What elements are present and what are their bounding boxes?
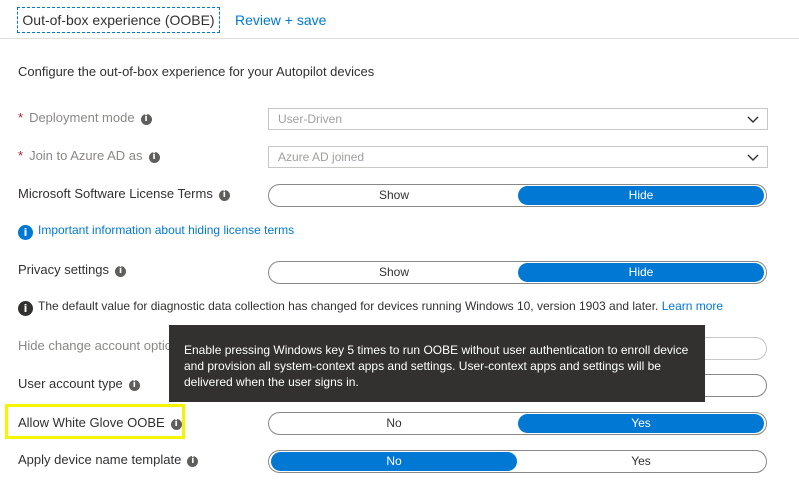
device-name-toggle[interactable]: No Yes xyxy=(268,450,767,473)
license-terms-label: Microsoft Software License Terms i xyxy=(18,186,230,201)
info-icon[interactable]: i xyxy=(128,380,140,391)
white-glove-tooltip: Enable pressing Windows key 5 times to r… xyxy=(169,325,705,402)
join-azure-select[interactable]: Azure AD joined xyxy=(268,146,768,168)
deployment-mode-label: * Deployment mode i xyxy=(18,110,152,125)
highlight-box xyxy=(5,404,185,439)
info-icon[interactable]: i xyxy=(148,152,160,163)
license-terms-toggle[interactable]: Show Hide xyxy=(268,184,767,207)
privacy-show-option[interactable]: Show xyxy=(271,263,517,282)
hide-change-account-label: Hide change account optio xyxy=(18,338,172,353)
device-name-yes-option[interactable]: Yes xyxy=(518,452,764,471)
device-name-no-option[interactable]: No xyxy=(271,452,517,471)
tab-review-save[interactable]: Review + save xyxy=(235,7,326,33)
privacy-note: i The default value for diagnostic data c… xyxy=(18,299,723,316)
required-marker: * xyxy=(18,148,24,163)
page-description: Configure the out-of-box experience for … xyxy=(18,64,375,79)
white-glove-no-option[interactable]: No xyxy=(271,414,517,433)
privacy-toggle[interactable]: Show Hide xyxy=(268,261,767,284)
info-icon[interactable]: i xyxy=(140,114,152,125)
info-icon: i xyxy=(18,301,33,316)
join-azure-label: * Join to Azure AD as i xyxy=(18,148,160,163)
required-marker: * xyxy=(18,110,24,125)
info-icon[interactable]: i xyxy=(218,190,230,201)
chevron-down-icon xyxy=(747,154,759,161)
tab-oobe[interactable]: Out-of-box experience (OOBE) xyxy=(17,7,220,33)
deployment-mode-select[interactable]: User-Driven xyxy=(268,108,768,130)
user-account-type-label: User account type i xyxy=(18,376,140,391)
device-name-template-label: Apply device name template i xyxy=(18,452,199,467)
info-icon: i xyxy=(18,225,33,240)
license-hide-option[interactable]: Hide xyxy=(518,186,764,205)
license-show-option[interactable]: Show xyxy=(271,186,517,205)
info-icon[interactable]: i xyxy=(187,456,199,467)
chevron-down-icon xyxy=(747,116,759,123)
white-glove-yes-option[interactable]: Yes xyxy=(518,414,764,433)
privacy-hide-option[interactable]: Hide xyxy=(518,263,764,282)
tab-bar: Out-of-box experience (OOBE) Review + sa… xyxy=(0,0,799,39)
privacy-settings-label: Privacy settings i xyxy=(18,262,127,277)
license-info-link[interactable]: i Important information about hiding lice… xyxy=(18,223,294,240)
white-glove-toggle[interactable]: No Yes xyxy=(268,412,767,435)
info-icon[interactable]: i xyxy=(115,266,127,277)
learn-more-link[interactable]: Learn more xyxy=(662,299,723,313)
